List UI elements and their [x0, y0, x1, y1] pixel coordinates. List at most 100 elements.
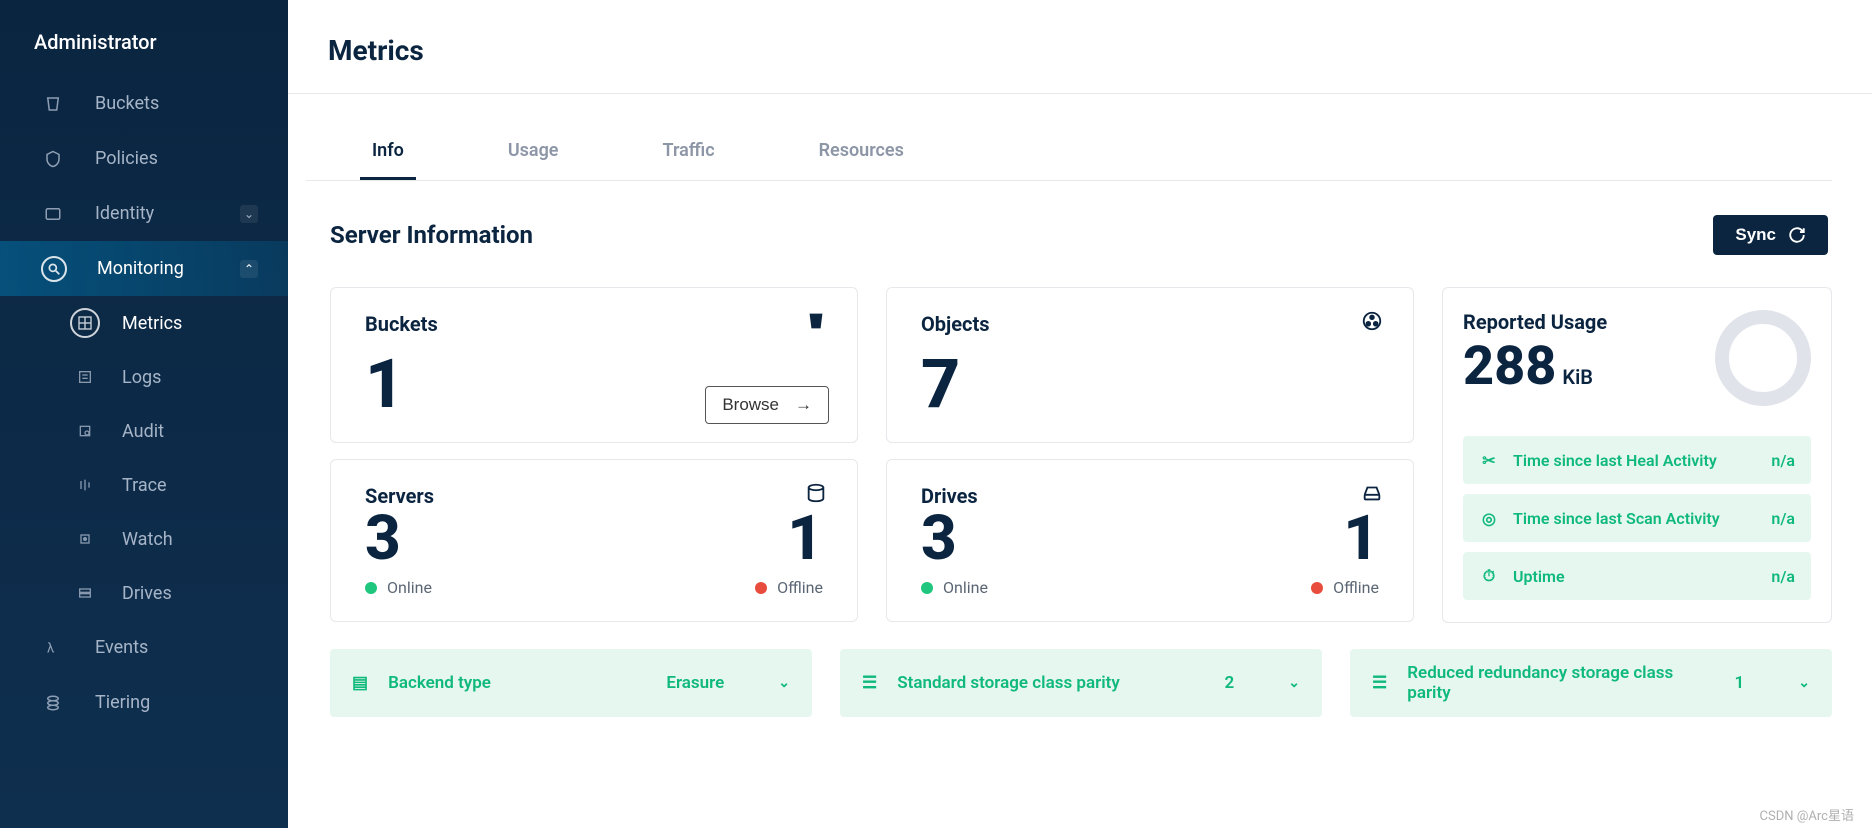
metrics-icon [70, 308, 100, 338]
sidebar-item-policies[interactable]: Policies [0, 131, 288, 186]
usage-unit: KiB [1562, 365, 1593, 389]
card-drives: Drives 3 Online 1 Offline [886, 459, 1414, 622]
refresh-icon [1788, 226, 1806, 244]
sidebar-item-label: Watch [122, 529, 173, 550]
chevron-down-icon: ⌄ [778, 675, 790, 691]
status-dot-offline [755, 582, 767, 594]
sidebar-subitem-logs[interactable]: Logs [0, 350, 288, 404]
sidebar-item-label: Events [95, 637, 148, 658]
footer-standard-parity[interactable]: ☰ Standard storage class parity 2 ⌄ [840, 649, 1322, 717]
storage-icon: ☰ [862, 673, 877, 693]
chevron-down-icon: ⌄ [1798, 675, 1810, 691]
online-label: Online [387, 578, 432, 597]
tab-info[interactable]: Info [360, 124, 416, 180]
id-icon [41, 202, 65, 226]
objects-icon [1361, 310, 1385, 334]
status-dot-online [921, 582, 933, 594]
svg-text:λ: λ [47, 640, 55, 656]
footer-value: 2 [1225, 673, 1235, 693]
server-icon [805, 482, 829, 506]
logs-icon [70, 362, 100, 392]
footer-reduced-parity[interactable]: ☰ Reduced redundancy storage class parit… [1350, 649, 1832, 717]
footer-label: Backend type [388, 673, 491, 693]
card-title: Servers [365, 484, 823, 508]
uptime-icon: ⏱ [1479, 566, 1499, 586]
heal-icon: ✂ [1479, 450, 1499, 470]
audit-icon [70, 416, 100, 446]
drives-online-count: 3 [921, 508, 1150, 570]
activity-label: Uptime [1513, 567, 1565, 586]
sidebar-item-buckets[interactable]: Buckets [0, 76, 288, 131]
card-reported-usage: Reported Usage 288KiB ✂ Time since last … [1442, 287, 1832, 623]
sidebar-item-label: Audit [122, 421, 164, 442]
card-objects: Objects 7 [886, 287, 1414, 443]
sidebar-item-label: Trace [122, 475, 167, 496]
footer-label: Standard storage class parity [897, 673, 1120, 693]
sidebar-item-tiering[interactable]: Tiering [0, 675, 288, 730]
bucket-icon [805, 310, 829, 334]
activity-value: n/a [1771, 451, 1795, 470]
main-content: Metrics Info Usage Traffic Resources Ser… [288, 0, 1872, 828]
sidebar-subitem-metrics[interactable]: Metrics [0, 296, 288, 350]
sidebar-item-label: Logs [122, 367, 161, 388]
card-title: Objects [921, 312, 1379, 336]
sidebar-subitem-audit[interactable]: Audit [0, 404, 288, 458]
section-title: Server Information [330, 221, 533, 249]
offline-label: Offline [777, 578, 823, 597]
usage-ring-chart [1715, 310, 1811, 406]
sidebar-item-label: Metrics [122, 313, 182, 334]
footer-value: Erasure [666, 673, 724, 693]
sidebar-item-identity[interactable]: Identity ⌄ [0, 186, 288, 241]
tabs: Info Usage Traffic Resources [306, 124, 1832, 181]
browse-button[interactable]: Browse → [705, 386, 829, 424]
chevron-up-icon: ⌃ [240, 260, 258, 278]
drive-icon [1361, 482, 1385, 506]
servers-offline-count: 1 [787, 508, 823, 570]
footer-label: Reduced redundancy storage class parity [1407, 663, 1714, 703]
sidebar: Administrator Buckets Policies Identity … [0, 0, 288, 828]
sidebar-subitem-trace[interactable]: Trace [0, 458, 288, 512]
trace-icon [70, 470, 100, 500]
sidebar-item-label: Policies [95, 148, 158, 169]
card-servers: Servers 3 Online 1 Offline [330, 459, 858, 622]
footer-backend-type[interactable]: ▤ Backend type Erasure ⌄ [330, 649, 812, 717]
bucket-icon [41, 92, 65, 116]
sidebar-subitem-drives[interactable]: Drives [0, 566, 288, 620]
footer-cards: ▤ Backend type Erasure ⌄ ☰ Standard stor… [330, 649, 1832, 717]
card-title: Buckets [365, 312, 823, 336]
activity-label: Time since last Scan Activity [1513, 509, 1720, 528]
browse-label: Browse [722, 395, 779, 415]
usage-title: Reported Usage [1463, 310, 1607, 334]
offline-label: Offline [1333, 578, 1379, 597]
servers-online-count: 3 [365, 508, 594, 570]
sidebar-item-label: Drives [122, 583, 172, 604]
storage-icon: ☰ [1372, 673, 1387, 693]
sidebar-item-label: Buckets [95, 93, 159, 114]
drives-offline-count: 1 [1343, 508, 1379, 570]
watch-icon [70, 524, 100, 554]
drives-icon [70, 578, 100, 608]
sidebar-item-monitoring[interactable]: Monitoring ⌃ [0, 241, 288, 296]
activity-value: n/a [1771, 509, 1795, 528]
sidebar-title: Administrator [0, 24, 288, 76]
tab-usage[interactable]: Usage [496, 124, 571, 180]
arrow-right-icon: → [795, 395, 812, 415]
tab-traffic[interactable]: Traffic [651, 124, 727, 180]
status-dot-offline [1311, 582, 1323, 594]
activity-scan: ◎ Time since last Scan Activity n/a [1463, 494, 1811, 542]
page-title: Metrics [328, 34, 1832, 67]
chevron-down-icon: ⌄ [240, 205, 258, 223]
lambda-icon: λ [41, 636, 65, 660]
sync-button[interactable]: Sync [1713, 215, 1828, 255]
activity-uptime: ⏱ Uptime n/a [1463, 552, 1811, 600]
sidebar-item-events[interactable]: λ Events [0, 620, 288, 675]
activity-value: n/a [1771, 567, 1795, 586]
online-label: Online [943, 578, 988, 597]
sidebar-item-label: Monitoring [97, 258, 184, 279]
tab-resources[interactable]: Resources [807, 124, 916, 180]
usage-value: 288 [1463, 335, 1556, 398]
scan-icon: ◎ [1479, 508, 1499, 528]
status-dot-online [365, 582, 377, 594]
card-title: Drives [921, 484, 1379, 508]
sidebar-subitem-watch[interactable]: Watch [0, 512, 288, 566]
